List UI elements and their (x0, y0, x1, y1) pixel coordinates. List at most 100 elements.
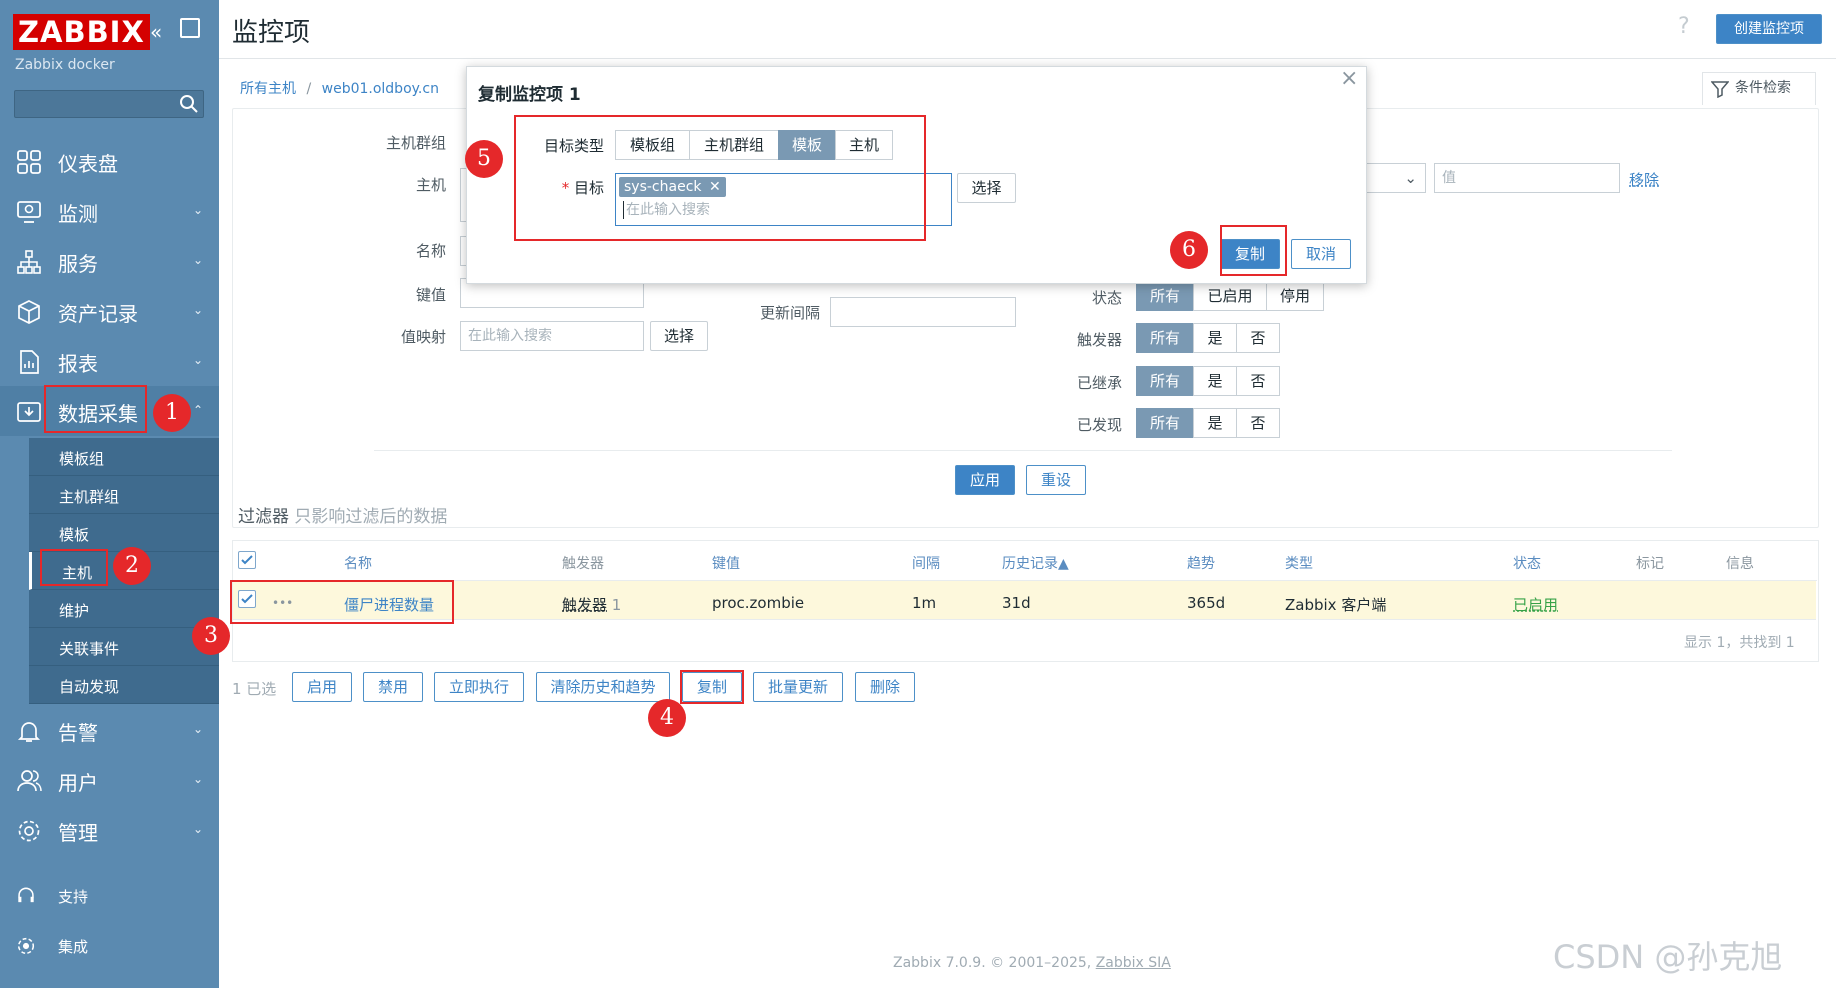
item-type: Zabbix 客户端 (1285, 596, 1387, 614)
menu-services[interactable]: 服务 ⌄ (0, 236, 219, 286)
menu-inventory[interactable]: 资产记录 ⌄ (0, 286, 219, 336)
submenu-label: 模板 (59, 526, 90, 544)
reset-button[interactable]: 重设 (1026, 465, 1086, 495)
mass-enable-button[interactable]: 启用 (292, 672, 352, 702)
mass-disable-button[interactable]: 禁用 (363, 672, 423, 702)
mass-update-button[interactable]: 批量更新 (753, 672, 843, 702)
inherited-no[interactable]: 否 (1236, 366, 1280, 396)
triggers-label: 触发器 (1076, 331, 1122, 349)
col-key[interactable]: 键值 (712, 553, 740, 573)
zabbix-logo[interactable]: ZABBIX (13, 14, 150, 50)
value-map-input[interactable]: 在此输入搜索 (460, 321, 644, 351)
help-icon[interactable]: ? (1678, 14, 1690, 39)
submenu-label: 模板组 (59, 450, 105, 468)
report-icon (20, 350, 39, 374)
chevron-down-icon: ⌄ (1404, 169, 1417, 187)
col-type[interactable]: 类型 (1285, 553, 1313, 573)
annotation-box-dialog-copy (1220, 225, 1287, 276)
dialog-close-icon[interactable]: × (1340, 66, 1358, 91)
menu-support[interactable]: 支持 (0, 870, 219, 920)
breadcrumb-host[interactable]: web01.oldboy.cn (322, 81, 439, 97)
discovered-no[interactable]: 否 (1236, 408, 1280, 438)
item-triggers-link[interactable]: 触发器 (562, 596, 607, 614)
mass-delete-button[interactable]: 删除 (855, 672, 915, 702)
zabbix-sia-link[interactable]: Zabbix SIA (1096, 955, 1171, 971)
menu-label: 资产记录 (58, 302, 138, 326)
name-label: 名称 (415, 242, 446, 260)
col-history[interactable]: 历史记录▲ (1002, 553, 1069, 573)
menu-integrations[interactable]: 集成 (0, 920, 219, 970)
mass-clear-history-button[interactable]: 清除历史和趋势 (536, 672, 670, 702)
header-divider (219, 58, 1836, 59)
page-footer: Zabbix 7.0.9. © 2001–2025, Zabbix SIA (893, 955, 1171, 971)
menu-label: 监测 (58, 202, 98, 226)
integrations-icon (17, 937, 35, 955)
menu-alerts[interactable]: 告警 ⌄ (0, 705, 219, 755)
chevron-down-icon: ⌄ (192, 203, 203, 217)
chevron-down-icon: ⌄ (192, 303, 203, 317)
sidebar-search-input[interactable] (14, 90, 204, 118)
chevron-up-icon: ⌃ (192, 403, 203, 417)
update-interval-input[interactable] (830, 297, 1016, 327)
state-all[interactable]: 所有 (1136, 281, 1194, 311)
menu-label: 支持 (58, 888, 89, 906)
inherited-label: 已继承 (1076, 374, 1122, 392)
filter-tab[interactable]: 条件检索 (1702, 72, 1816, 105)
kiosk-mode-icon[interactable] (180, 18, 200, 38)
discovered-all[interactable]: 所有 (1136, 408, 1194, 438)
menu-users[interactable]: 用户 ⌄ (0, 755, 219, 805)
submenu-maintenance[interactable]: 维护 (29, 590, 219, 628)
target-select-button[interactable]: 选择 (957, 173, 1016, 203)
submenu-template-groups[interactable]: 模板组 (29, 438, 219, 476)
cube-icon (18, 300, 40, 324)
discovered-yes[interactable]: 是 (1193, 408, 1237, 438)
annotation-box-hosts (40, 549, 108, 586)
copyright-text: Zabbix 7.0.9. © 2001–2025, (893, 955, 1092, 971)
submenu-discovery[interactable]: 自动发现 (29, 666, 219, 704)
col-name[interactable]: 名称 (344, 553, 372, 573)
dialog-cancel-button[interactable]: 取消 (1291, 239, 1351, 269)
triggers-no[interactable]: 否 (1236, 323, 1280, 353)
menu-dashboard[interactable]: 仪表盘 (0, 136, 219, 186)
menu-label: 集成 (58, 938, 89, 956)
tag-value-input[interactable]: 值 (1434, 163, 1620, 193)
create-item-button[interactable]: 创建监控项 (1716, 14, 1822, 44)
col-trends[interactable]: 趋势 (1187, 553, 1215, 573)
inherited-yes[interactable]: 是 (1193, 366, 1237, 396)
chevron-down-icon: ⌄ (192, 253, 203, 267)
col-interval[interactable]: 间隔 (912, 553, 940, 573)
headset-icon (18, 887, 34, 903)
mass-execute-now-button[interactable]: 立即执行 (434, 672, 524, 702)
submenu-templates[interactable]: 模板 (29, 514, 219, 552)
triggers-yes[interactable]: 是 (1193, 323, 1237, 353)
select-all-checkbox[interactable] (238, 551, 256, 569)
breadcrumb-all-hosts[interactable]: 所有主机 (240, 81, 296, 97)
submenu-host-groups[interactable]: 主机群组 (29, 476, 219, 514)
collapse-sidebar-icon[interactable]: « (150, 20, 162, 44)
menu-label: 报表 (58, 352, 98, 376)
state-enabled[interactable]: 已启用 (1193, 281, 1267, 311)
services-icon (17, 250, 41, 274)
apply-button[interactable]: 应用 (955, 465, 1015, 495)
annotation-2: 2 (113, 547, 151, 585)
monitor-icon (17, 201, 41, 223)
item-status-link[interactable]: 已启用 (1513, 594, 1558, 615)
menu-reports[interactable]: 报表 ⌄ (0, 336, 219, 386)
remove-tag-link[interactable]: 移除 (1629, 169, 1659, 190)
triggers-all[interactable]: 所有 (1136, 323, 1194, 353)
submenu-label: 关联事件 (59, 640, 120, 658)
dashboard-icon (17, 150, 41, 174)
menu-label: 仪表盘 (58, 152, 118, 176)
subfilter-hint: 只影响过滤后的数据 (294, 507, 448, 527)
item-history: 31d (1002, 594, 1031, 612)
chevron-down-icon: ⌄ (192, 722, 203, 736)
inherited-all[interactable]: 所有 (1136, 366, 1194, 396)
col-status[interactable]: 状态 (1513, 553, 1541, 573)
state-disabled[interactable]: 停用 (1266, 281, 1324, 311)
value-map-select-button[interactable]: 选择 (650, 321, 708, 351)
submenu-event-correlation[interactable]: 关联事件 (29, 628, 219, 666)
search-icon[interactable] (179, 94, 199, 114)
menu-administration[interactable]: 管理 ⌄ (0, 805, 219, 855)
menu-monitoring[interactable]: 监测 ⌄ (0, 186, 219, 236)
breadcrumb-separator: / (306, 81, 312, 97)
